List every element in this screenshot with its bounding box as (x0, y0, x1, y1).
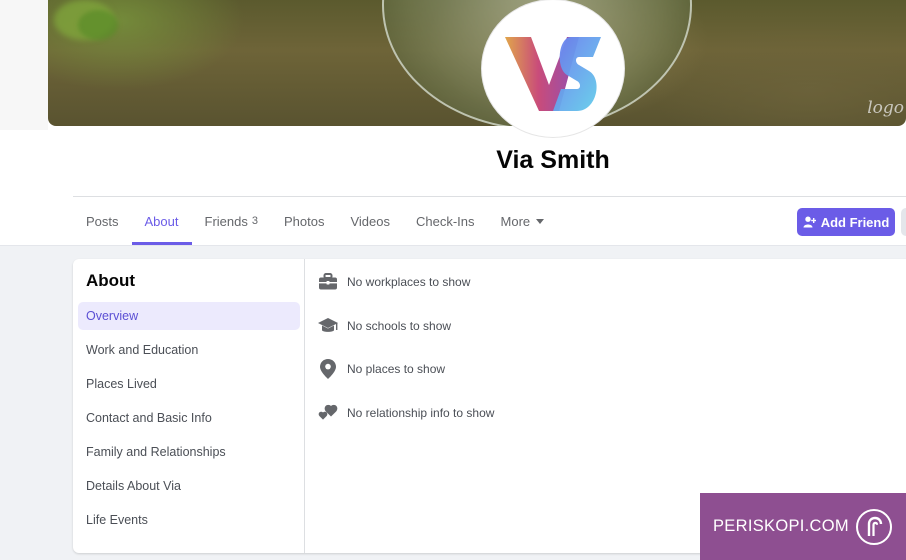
about-menu-work-education[interactable]: Work and Education (78, 336, 300, 364)
tab-videos[interactable]: Videos (337, 197, 403, 245)
add-friend-label: Add Friend (820, 214, 890, 230)
info-text: No schools to show (347, 318, 452, 333)
caret-down-icon (536, 218, 545, 224)
info-row-relationship: No relationship info to show (318, 402, 494, 424)
tab-label: Check-Ins (415, 213, 475, 229)
periskopi-logo-icon (856, 509, 892, 545)
about-menu-family-relationships[interactable]: Family and Relationships (78, 438, 300, 466)
tab-label: About (144, 213, 179, 229)
briefcase-icon (318, 272, 338, 292)
tab-about[interactable]: About (131, 197, 192, 245)
about-title: About (86, 271, 136, 290)
about-menu-contact-info[interactable]: Contact and Basic Info (78, 404, 300, 432)
brand-logo-icon (505, 37, 601, 111)
about-menu-overview[interactable]: Overview (78, 302, 300, 330)
tab-friends[interactable]: Friends 3 (192, 197, 271, 245)
about-sidebar: About Overview Work and Education Places… (73, 259, 305, 553)
tab-posts[interactable]: Posts (73, 197, 132, 245)
tab-label: Friends (204, 213, 248, 229)
left-gutter (0, 0, 48, 130)
tab-label: Videos (350, 213, 390, 229)
about-menu-details[interactable]: Details About Via (78, 472, 300, 500)
info-text: No places to show (347, 362, 446, 377)
profile-page: logo Via Smith Posts About Friends 3 Pho… (0, 0, 906, 560)
tab-label: Posts (86, 213, 119, 229)
info-row-education: No schools to show (318, 315, 494, 337)
add-user-icon (803, 216, 816, 228)
about-menu-places-lived[interactable]: Places Lived (78, 370, 300, 398)
watermark-banner: PERISKOPI.COM (700, 493, 906, 560)
profile-name: Via Smith (496, 146, 610, 174)
graduation-cap-icon (318, 316, 338, 336)
cover-watermark-text: logo (867, 98, 904, 118)
watermark-text: PERISKOPI.COM (713, 517, 849, 535)
profile-tabs: Posts About Friends 3 Photos Videos Check… (73, 197, 557, 245)
map-pin-icon (318, 359, 338, 380)
tab-check-ins[interactable]: Check-Ins (403, 197, 488, 245)
info-row-places: No places to show (318, 358, 494, 380)
tab-photos[interactable]: Photos (271, 197, 337, 245)
about-menu-life-events[interactable]: Life Events (78, 506, 300, 534)
friends-count: 3 (251, 215, 258, 227)
cover-photo[interactable]: logo (48, 0, 906, 126)
info-row-work: No workplaces to show (318, 271, 494, 293)
tab-label: More (500, 213, 531, 229)
about-menu: Overview Work and Education Places Lived… (78, 302, 300, 540)
info-text: No relationship info to show (347, 406, 495, 421)
hearts-icon (318, 403, 338, 423)
info-text: No workplaces to show (347, 275, 471, 289)
tab-more[interactable]: More (488, 197, 558, 245)
tab-label: Photos (283, 213, 325, 229)
add-friend-button[interactable]: Add Friend (797, 208, 895, 236)
cover-leaf (78, 10, 118, 40)
overview-info-list: No workplaces to show No schools to show (318, 271, 494, 446)
more-actions-button[interactable] (901, 208, 906, 236)
avatar[interactable] (482, 0, 624, 137)
